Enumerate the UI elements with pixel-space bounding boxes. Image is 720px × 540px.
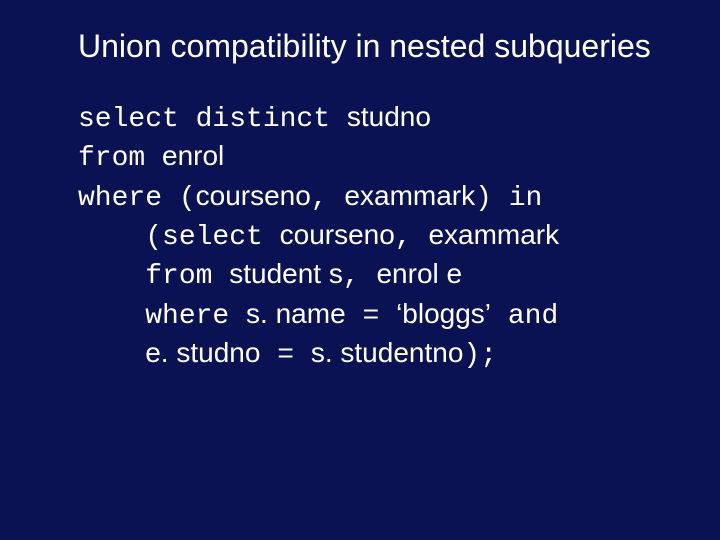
sep-comma: , — [311, 183, 345, 214]
indent — [78, 301, 145, 332]
op-eq: = — [260, 340, 310, 371]
tbl-enrol-alias: enrol e — [376, 258, 462, 289]
sep-comma: , — [343, 261, 377, 292]
lit-bloggs: ‘bloggs’ — [396, 298, 491, 329]
col-exammark-sub: exammark — [428, 219, 559, 250]
expr-estudno: e. studno — [145, 337, 260, 368]
kw-where-open: where ( — [78, 183, 196, 214]
op-eq: = — [346, 301, 396, 332]
kw-close-in: ) in — [475, 183, 542, 214]
kw-select-distinct: select distinct — [78, 104, 347, 135]
kw-sub-select: (select — [145, 222, 279, 253]
slide-title: Union compatibility in nested subqueries — [78, 28, 672, 65]
tbl-student: student s — [229, 258, 343, 289]
tbl-enrol: enrol — [162, 140, 224, 171]
indent — [78, 222, 145, 253]
kw-sub-from: from — [145, 261, 229, 292]
col-courseno-sub: courseno — [280, 219, 395, 250]
kw-sub-where: where — [145, 301, 246, 332]
sep-comma: , — [395, 222, 429, 253]
expr-sstudentno: s. studentno — [311, 337, 464, 368]
sql-block: select distinct studno from enrol where … — [78, 99, 672, 375]
col-courseno: courseno — [196, 180, 311, 211]
indent — [78, 261, 145, 292]
slide: Union compatibility in nested subqueries… — [0, 0, 720, 540]
expr-sname: s. name — [246, 298, 346, 329]
kw-and: and — [491, 301, 558, 332]
indent — [78, 340, 145, 371]
kw-from: from — [78, 143, 162, 174]
col-exammark: exammark — [344, 180, 475, 211]
col-studno: studno — [347, 101, 431, 132]
stmt-end: ); — [463, 340, 497, 371]
